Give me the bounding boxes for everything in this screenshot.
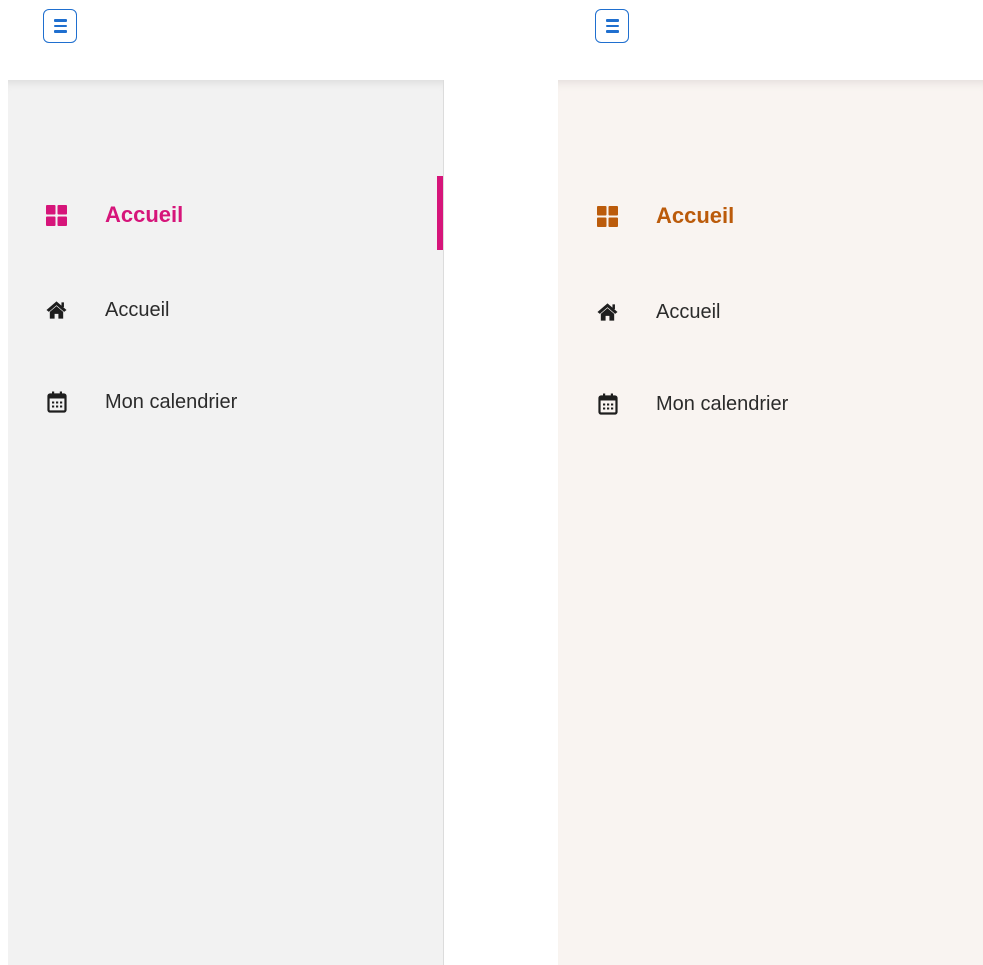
calendar-icon xyxy=(597,393,618,415)
nav-item-label: Accueil xyxy=(105,298,170,321)
nav-item-dashboard[interactable]: Accueil xyxy=(8,193,443,237)
calendar-icon xyxy=(46,391,67,413)
nav-item-calendar[interactable]: Mon calendrier xyxy=(8,380,443,424)
nav-item-label: Accueil xyxy=(656,203,735,228)
dashboard-grid-icon xyxy=(597,205,618,227)
menu-toggle-button[interactable] xyxy=(43,9,77,43)
nav-item-calendar[interactable]: Mon calendrier xyxy=(558,382,983,426)
nav-item-home[interactable]: Accueil xyxy=(558,290,983,334)
nav-item-label: Mon calendrier xyxy=(656,392,789,415)
hamburger-icon xyxy=(53,19,67,33)
nav-item-label: Accueil xyxy=(105,202,184,227)
home-icon xyxy=(46,300,67,321)
active-indicator-bar xyxy=(437,176,443,250)
nav-item-label: Mon calendrier xyxy=(105,390,238,413)
left-navigation-panel: Accueil Accueil Mon calendrier xyxy=(0,0,444,965)
nav-item-home[interactable]: Accueil xyxy=(8,288,443,332)
right-navigation-panel: Accueil Accueil Mon calendrier xyxy=(558,0,983,965)
nav-item-label: Accueil xyxy=(656,300,721,323)
side-drawer: Accueil Accueil Mon calendrier xyxy=(8,80,444,965)
home-icon xyxy=(597,302,618,323)
hamburger-icon xyxy=(605,19,619,33)
menu-toggle-button[interactable] xyxy=(595,9,629,43)
dashboard-grid-icon xyxy=(46,204,67,226)
nav-item-dashboard[interactable]: Accueil xyxy=(558,194,983,238)
side-drawer: Accueil Accueil Mon calendrier xyxy=(558,80,983,965)
